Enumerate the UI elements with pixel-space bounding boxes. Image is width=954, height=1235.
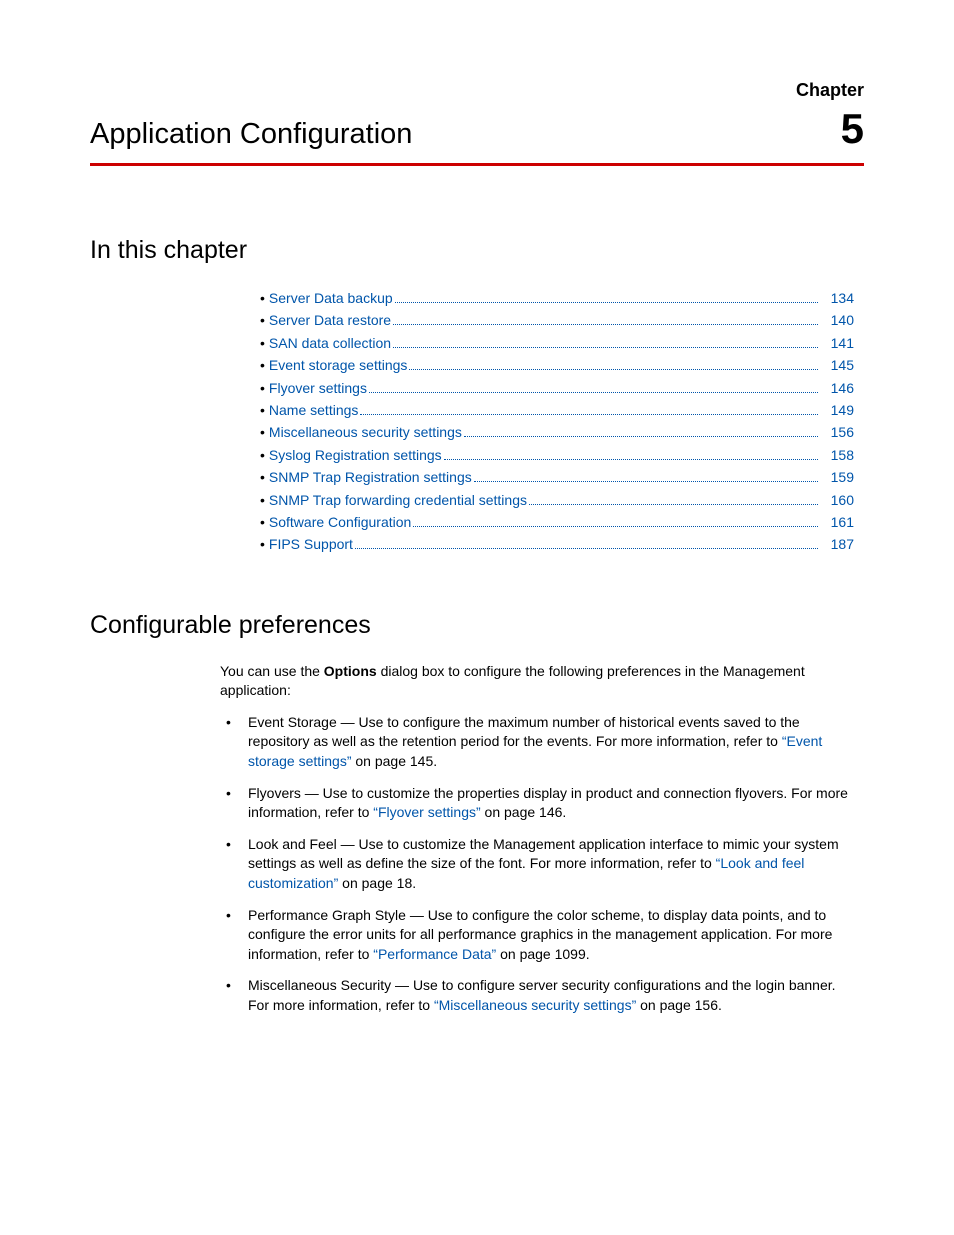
toc-row: •SNMP Trap forwarding credential setting… (260, 489, 854, 511)
toc-link[interactable]: Flyover settings (269, 377, 367, 399)
toc-leader-dots (413, 526, 818, 527)
intro-paragraph: You can use the Options dialog box to co… (220, 662, 854, 701)
toc-row: •SNMP Trap Registration settings 159 (260, 466, 854, 488)
toc-link[interactable]: Server Data restore (269, 309, 391, 331)
chapter-title: Application Configuration (90, 118, 412, 151)
toc-page-number[interactable]: 146 (822, 377, 854, 399)
toc-leader-dots (393, 347, 818, 348)
toc-page-number[interactable]: 158 (822, 444, 854, 466)
preference-item: Look and Feel — Use to customize the Man… (220, 835, 854, 894)
toc-leader-dots (529, 504, 818, 505)
toc-row: •Software Configuration 161 (260, 511, 854, 533)
toc-page-number[interactable]: 159 (822, 466, 854, 488)
toc-link[interactable]: Server Data backup (269, 287, 393, 309)
toc-link[interactable]: Software Configuration (269, 511, 411, 533)
pref-text-post: on page 156. (636, 997, 722, 1013)
cross-reference-link[interactable]: “Performance Data” (373, 946, 496, 962)
chapter-label: Chapter (90, 80, 864, 101)
toc-link[interactable]: SNMP Trap forwarding credential settings (269, 489, 527, 511)
toc-page-number[interactable]: 149 (822, 399, 854, 421)
preference-item: Flyovers — Use to customize the properti… (220, 784, 854, 823)
bullet-icon: • (260, 332, 265, 354)
toc-link[interactable]: Syslog Registration settings (269, 444, 442, 466)
bullet-icon: • (260, 287, 265, 309)
bullet-icon: • (260, 489, 265, 511)
toc-row: •Flyover settings 146 (260, 377, 854, 399)
preference-item: Event Storage — Use to configure the max… (220, 713, 854, 772)
bullet-icon: • (260, 444, 265, 466)
toc-link[interactable]: FIPS Support (269, 533, 353, 555)
toc-page-number[interactable]: 141 (822, 332, 854, 354)
preference-item: Miscellaneous Security — Use to configur… (220, 976, 854, 1015)
toc-page-number[interactable]: 140 (822, 309, 854, 331)
bullet-icon: • (260, 511, 265, 533)
toc-leader-dots (393, 324, 818, 325)
body-text: You can use the Options dialog box to co… (220, 662, 854, 1016)
pref-text-post: on page 146. (481, 804, 567, 820)
bullet-icon: • (260, 377, 265, 399)
toc: •Server Data backup134•Server Data resto… (260, 287, 854, 556)
preferences-list: Event Storage — Use to configure the max… (220, 713, 854, 1016)
bullet-icon: • (260, 466, 265, 488)
toc-link[interactable]: SNMP Trap Registration settings (269, 466, 472, 488)
bullet-icon: • (260, 399, 265, 421)
toc-leader-dots (444, 459, 818, 460)
toc-row: •Miscellaneous security settings 156 (260, 421, 854, 443)
toc-leader-dots (395, 302, 818, 303)
pref-text-post: on page 18. (338, 875, 416, 891)
toc-page-number[interactable]: 160 (822, 489, 854, 511)
cross-reference-link[interactable]: “Miscellaneous security settings” (434, 997, 636, 1013)
toc-link[interactable]: SAN data collection (269, 332, 391, 354)
toc-page-number[interactable]: 134 (822, 287, 854, 309)
bullet-icon: • (260, 533, 265, 555)
bullet-icon: • (260, 354, 265, 376)
cross-reference-link[interactable]: “Flyover settings” (373, 804, 480, 820)
toc-leader-dots (409, 369, 818, 370)
toc-row: •Server Data backup 134 (260, 287, 854, 309)
toc-leader-dots (464, 436, 818, 437)
toc-page-number[interactable]: 187 (822, 533, 854, 555)
toc-leader-dots (474, 481, 818, 482)
configurable-preferences-heading: Configurable preferences (90, 611, 864, 640)
toc-page-number[interactable]: 145 (822, 354, 854, 376)
toc-row: •Server Data restore 140 (260, 309, 854, 331)
toc-link[interactable]: Event storage settings (269, 354, 408, 376)
toc-link[interactable]: Miscellaneous security settings (269, 421, 462, 443)
toc-row: •FIPS Support 187 (260, 533, 854, 555)
bullet-icon: • (260, 421, 265, 443)
toc-leader-dots (360, 414, 818, 415)
pref-text-post: on page 145. (352, 753, 438, 769)
intro-pre: You can use the (220, 663, 324, 679)
toc-leader-dots (369, 392, 818, 393)
chapter-number: 5 (841, 105, 864, 153)
toc-row: •SAN data collection 141 (260, 332, 854, 354)
toc-page-number[interactable]: 161 (822, 511, 854, 533)
toc-row: •Event storage settings 145 (260, 354, 854, 376)
toc-page-number[interactable]: 156 (822, 421, 854, 443)
chapter-header: Application Configuration 5 (90, 105, 864, 166)
options-bold: Options (324, 663, 377, 679)
toc-link[interactable]: Name settings (269, 399, 358, 421)
toc-row: •Syslog Registration settings 158 (260, 444, 854, 466)
pref-text: Event Storage — Use to configure the max… (248, 714, 800, 750)
toc-leader-dots (355, 548, 818, 549)
bullet-icon: • (260, 309, 265, 331)
preference-item: Performance Graph Style — Use to configu… (220, 906, 854, 965)
in-this-chapter-heading: In this chapter (90, 236, 864, 265)
toc-row: •Name settings 149 (260, 399, 854, 421)
pref-text-post: on page 1099. (496, 946, 589, 962)
